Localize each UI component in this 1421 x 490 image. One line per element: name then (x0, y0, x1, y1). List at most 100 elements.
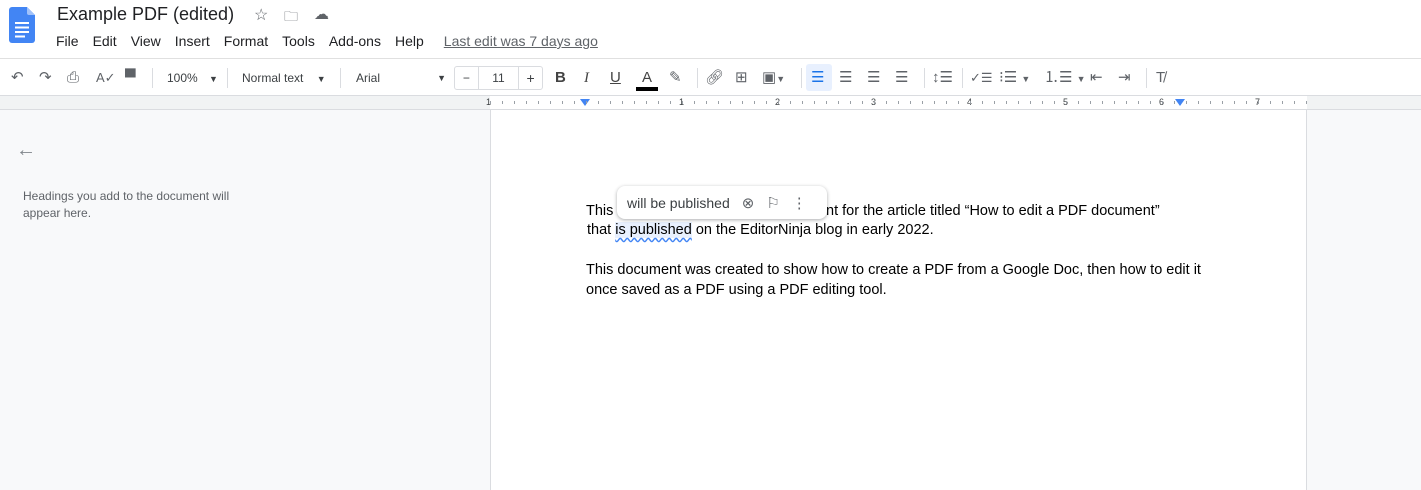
ruler-tick (946, 101, 947, 104)
ruler-tick (1138, 101, 1139, 104)
ruler-tick (526, 101, 527, 104)
ruler-tick (562, 101, 563, 104)
document-page[interactable] (490, 110, 1307, 490)
more-options-icon[interactable]: ⋮ (792, 194, 807, 212)
spellcheck-icon[interactable]: A✓ (96, 68, 116, 88)
ruler-tick (838, 101, 839, 104)
chevron-down-icon: ▼ (209, 74, 218, 84)
ruler-tick (790, 101, 791, 104)
ruler-tick (538, 101, 539, 104)
bold-button[interactable]: B (555, 68, 566, 88)
ruler-tick (490, 101, 491, 104)
justify-icon[interactable]: ☰ (895, 68, 908, 88)
ruler-tick (1258, 101, 1259, 104)
zoom-select[interactable]: 100% ▼ (167, 68, 218, 88)
last-edit-link[interactable]: Last edit was 7 days ago (444, 33, 598, 49)
ruler-tick (670, 101, 671, 104)
ruler-tick (1030, 101, 1031, 104)
chevron-down-icon: ▼ (1076, 74, 1086, 84)
ruler-tick (1210, 101, 1211, 104)
right-indent-marker[interactable] (1175, 99, 1185, 106)
redo-icon[interactable]: ↷ (39, 68, 52, 88)
align-right-icon[interactable]: ☰ (867, 68, 880, 88)
ruler-tick (742, 101, 743, 104)
ruler-tick (1078, 101, 1079, 104)
menu-file[interactable]: File (56, 33, 79, 49)
increase-font-size-button[interactable]: + (518, 67, 542, 89)
font-size-input[interactable]: 11 (479, 67, 519, 89)
menu-help[interactable]: Help (395, 33, 424, 49)
chevron-down-icon: ▼ (1021, 74, 1031, 84)
paint-format-icon[interactable]: ▀ (125, 68, 136, 88)
line-spacing-icon[interactable]: ↕☰ (932, 68, 953, 88)
ruler-tick (622, 101, 623, 104)
menu-edit[interactable]: Edit (93, 33, 117, 49)
menu-tools[interactable]: Tools (282, 33, 315, 49)
ruler-tick (634, 101, 635, 104)
chevron-down-icon: ▼ (316, 74, 326, 84)
align-center-icon[interactable]: ☰ (839, 68, 852, 88)
style-select[interactable]: Normal text ▼ (242, 68, 326, 88)
back-arrow-icon[interactable]: ← (16, 139, 36, 162)
document-title[interactable]: Example PDF (edited) (57, 4, 234, 25)
toolbar: ↶ ↷ ⎙ A✓ ▀ 100% ▼ Normal text ▼ Arial ▼ −… (0, 58, 1421, 96)
link-icon[interactable]: 🔗︎ (705, 68, 724, 88)
chevron-down-icon: ▼ (776, 74, 786, 84)
bulleted-list-icon[interactable]: ⁝☰ ▼ (999, 68, 1030, 88)
dismiss-icon[interactable]: ⊗ (742, 194, 755, 212)
decrease-indent-icon[interactable]: ⇤ (1090, 68, 1103, 88)
suggested-text[interactable]: is published (615, 222, 692, 238)
undo-icon[interactable]: ↶ (11, 68, 24, 88)
cloud-saved-icon[interactable]: ☁ (314, 5, 329, 23)
left-indent-marker[interactable] (580, 99, 590, 106)
ruler-tick (754, 101, 755, 104)
increase-indent-icon[interactable]: ⇥ (1118, 68, 1131, 88)
ruler-tick (1042, 101, 1043, 104)
ruler-tick (586, 101, 587, 104)
decrease-font-size-button[interactable]: − (455, 67, 479, 89)
font-select[interactable]: Arial ▼ (356, 68, 446, 88)
text-color-button[interactable]: A (636, 68, 658, 91)
clear-formatting-icon[interactable]: T̸ (1156, 68, 1165, 88)
ruler-tick (874, 101, 875, 104)
ruler-tick (814, 101, 815, 104)
menu-format[interactable]: Format (224, 33, 268, 49)
suggestion-text[interactable]: will be published (627, 195, 730, 211)
doc-text: on the EditorNinja blog in early 2022. (691, 222, 934, 238)
ruler-tick (730, 101, 731, 104)
print-icon[interactable]: ⎙ (67, 68, 79, 88)
ruler-tick (550, 101, 551, 104)
ruler-tick (802, 101, 803, 104)
doc-text: nt for the article titled “How to edit a… (826, 203, 1160, 219)
italic-button[interactable]: I (584, 68, 589, 88)
align-left-icon[interactable]: ☰ (811, 68, 824, 88)
report-icon[interactable]: ⚐ (766, 194, 779, 212)
ruler-tick (694, 101, 695, 104)
spelling-suggestion-popup: will be published ⊗ ⚐ ⋮ (617, 186, 827, 219)
menu-view[interactable]: View (131, 33, 161, 49)
star-icon[interactable]: ☆ (254, 5, 268, 25)
ruler-tick (574, 101, 575, 104)
checklist-icon[interactable]: ✓☰ (970, 68, 993, 88)
ruler-tick (994, 101, 995, 104)
ruler-tick (1222, 101, 1223, 104)
insert-image-icon[interactable]: ▣▼ (762, 68, 785, 88)
menu-addons[interactable]: Add-ons (329, 33, 381, 49)
menu-insert[interactable]: Insert (175, 33, 210, 49)
ruler-tick (658, 101, 659, 104)
underline-button[interactable]: U (610, 68, 621, 88)
ruler[interactable]: 1 1 2 3 4 5 6 7 (0, 96, 1421, 110)
highlight-icon[interactable]: ✎ (669, 68, 682, 88)
ruler-tick (1150, 101, 1151, 104)
font-size-stepper: − 11 + (454, 66, 543, 90)
doc-paragraph-line[interactable]: that is published on the EditorNinja blo… (587, 222, 934, 238)
ruler-tick (1306, 101, 1307, 104)
docs-logo-icon[interactable] (9, 7, 35, 43)
ruler-tick (1282, 101, 1283, 104)
ruler-tick (1066, 101, 1067, 104)
ruler-tick (850, 101, 851, 104)
numbered-list-icon[interactable]: ⒈☰ ▼ (1044, 68, 1086, 88)
add-comment-icon[interactable]: ⊞ (735, 68, 748, 88)
ruler-tick (718, 101, 719, 104)
move-folder-icon[interactable]: 🗀 (284, 6, 298, 30)
